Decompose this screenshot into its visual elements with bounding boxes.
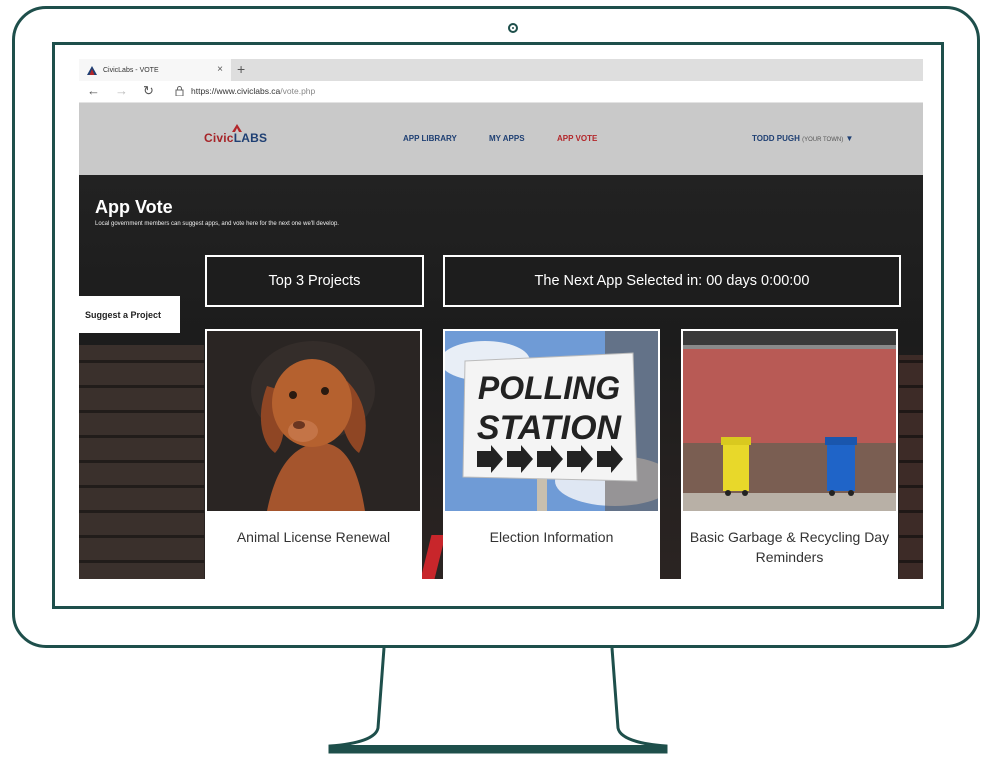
project-card-garbage-reminders[interactable]: Basic Garbage & Recycling Day Reminders — [681, 329, 898, 579]
forward-icon[interactable]: → — [115, 84, 128, 98]
web-page: CivicLABS APP LIBRARY MY APPS APP VOTE T… — [79, 103, 923, 579]
top-projects-heading: Top 3 Projects — [205, 255, 424, 307]
lock-icon — [175, 86, 184, 96]
brand-logo[interactable]: CivicLABS — [204, 131, 267, 145]
url-host: https://www.civiclabs.ca — [191, 86, 281, 96]
back-icon[interactable]: ← — [87, 84, 100, 98]
url-path: /vote.php — [280, 86, 316, 96]
tab-title: CivicLabs - VOTE — [103, 66, 159, 74]
suggest-project-button[interactable]: Suggest a Project — [79, 296, 180, 333]
hero-section: App Vote Local government members can su… — [79, 175, 923, 579]
brick-wall-background-right — [899, 355, 923, 579]
card-label: Election Information — [489, 529, 614, 545]
page-title: App Vote — [95, 197, 173, 217]
user-menu[interactable]: TODD PUGH (YOUR TOWN) ▼ — [752, 134, 853, 143]
site-header: CivicLABS APP LIBRARY MY APPS APP VOTE T… — [79, 103, 923, 175]
brand-labs: LABS — [233, 131, 268, 145]
yellow-bin-icon — [721, 437, 751, 496]
polling-station-image: POLLING STATION — [445, 331, 658, 511]
address-bar: ← → ↻ https://www.civiclabs.ca/vote.php — [79, 81, 923, 103]
tab-close-icon[interactable]: × — [217, 64, 223, 75]
blue-bin-icon — [825, 437, 857, 496]
new-tab-icon[interactable]: + — [237, 61, 245, 77]
monitor-screen: CivicLabs - VOTE × + ← → ↻ https://www.c… — [52, 42, 944, 609]
nav-app-vote[interactable]: APP VOTE — [557, 134, 597, 143]
countdown-heading: The Next App Selected in: 00 days 0:00:0… — [443, 255, 901, 307]
user-town: (YOUR TOWN) — [802, 137, 844, 143]
user-name: TODD PUGH — [752, 134, 800, 143]
card-label: Basic Garbage & Recycling Day Reminders — [689, 529, 890, 565]
project-card-animal-license[interactable]: Animal License Renewal — [205, 329, 422, 579]
card-label: Animal License Renewal — [236, 529, 391, 545]
dog-image — [207, 331, 420, 511]
brand-civic: Civic — [204, 131, 234, 145]
browser-window: CivicLabs - VOTE × + ← → ↻ https://www.c… — [79, 59, 923, 579]
page-subtitle: Local government members can suggest app… — [95, 221, 339, 227]
sign-line-polling: POLLING — [478, 370, 620, 406]
civiclabs-favicon-icon — [87, 65, 97, 75]
sign-line-station: STATION — [477, 409, 623, 447]
monitor-stand — [328, 647, 668, 754]
reload-icon[interactable]: ↻ — [143, 84, 154, 98]
garbage-bins-image — [683, 331, 896, 511]
nav-my-apps[interactable]: MY APPS — [489, 134, 525, 143]
project-card-election-info[interactable]: POLLING STATION Election Information — [443, 329, 660, 579]
url-field[interactable]: https://www.civiclabs.ca/vote.php — [191, 86, 315, 96]
browser-tab[interactable]: CivicLabs - VOTE × — [79, 59, 231, 81]
camera-dot — [508, 23, 518, 33]
tab-bar: CivicLabs - VOTE × + — [79, 59, 923, 81]
nav-app-library[interactable]: APP LIBRARY — [403, 134, 457, 143]
brick-wall-background — [79, 345, 204, 579]
chevron-down-icon: ▼ — [845, 134, 854, 143]
